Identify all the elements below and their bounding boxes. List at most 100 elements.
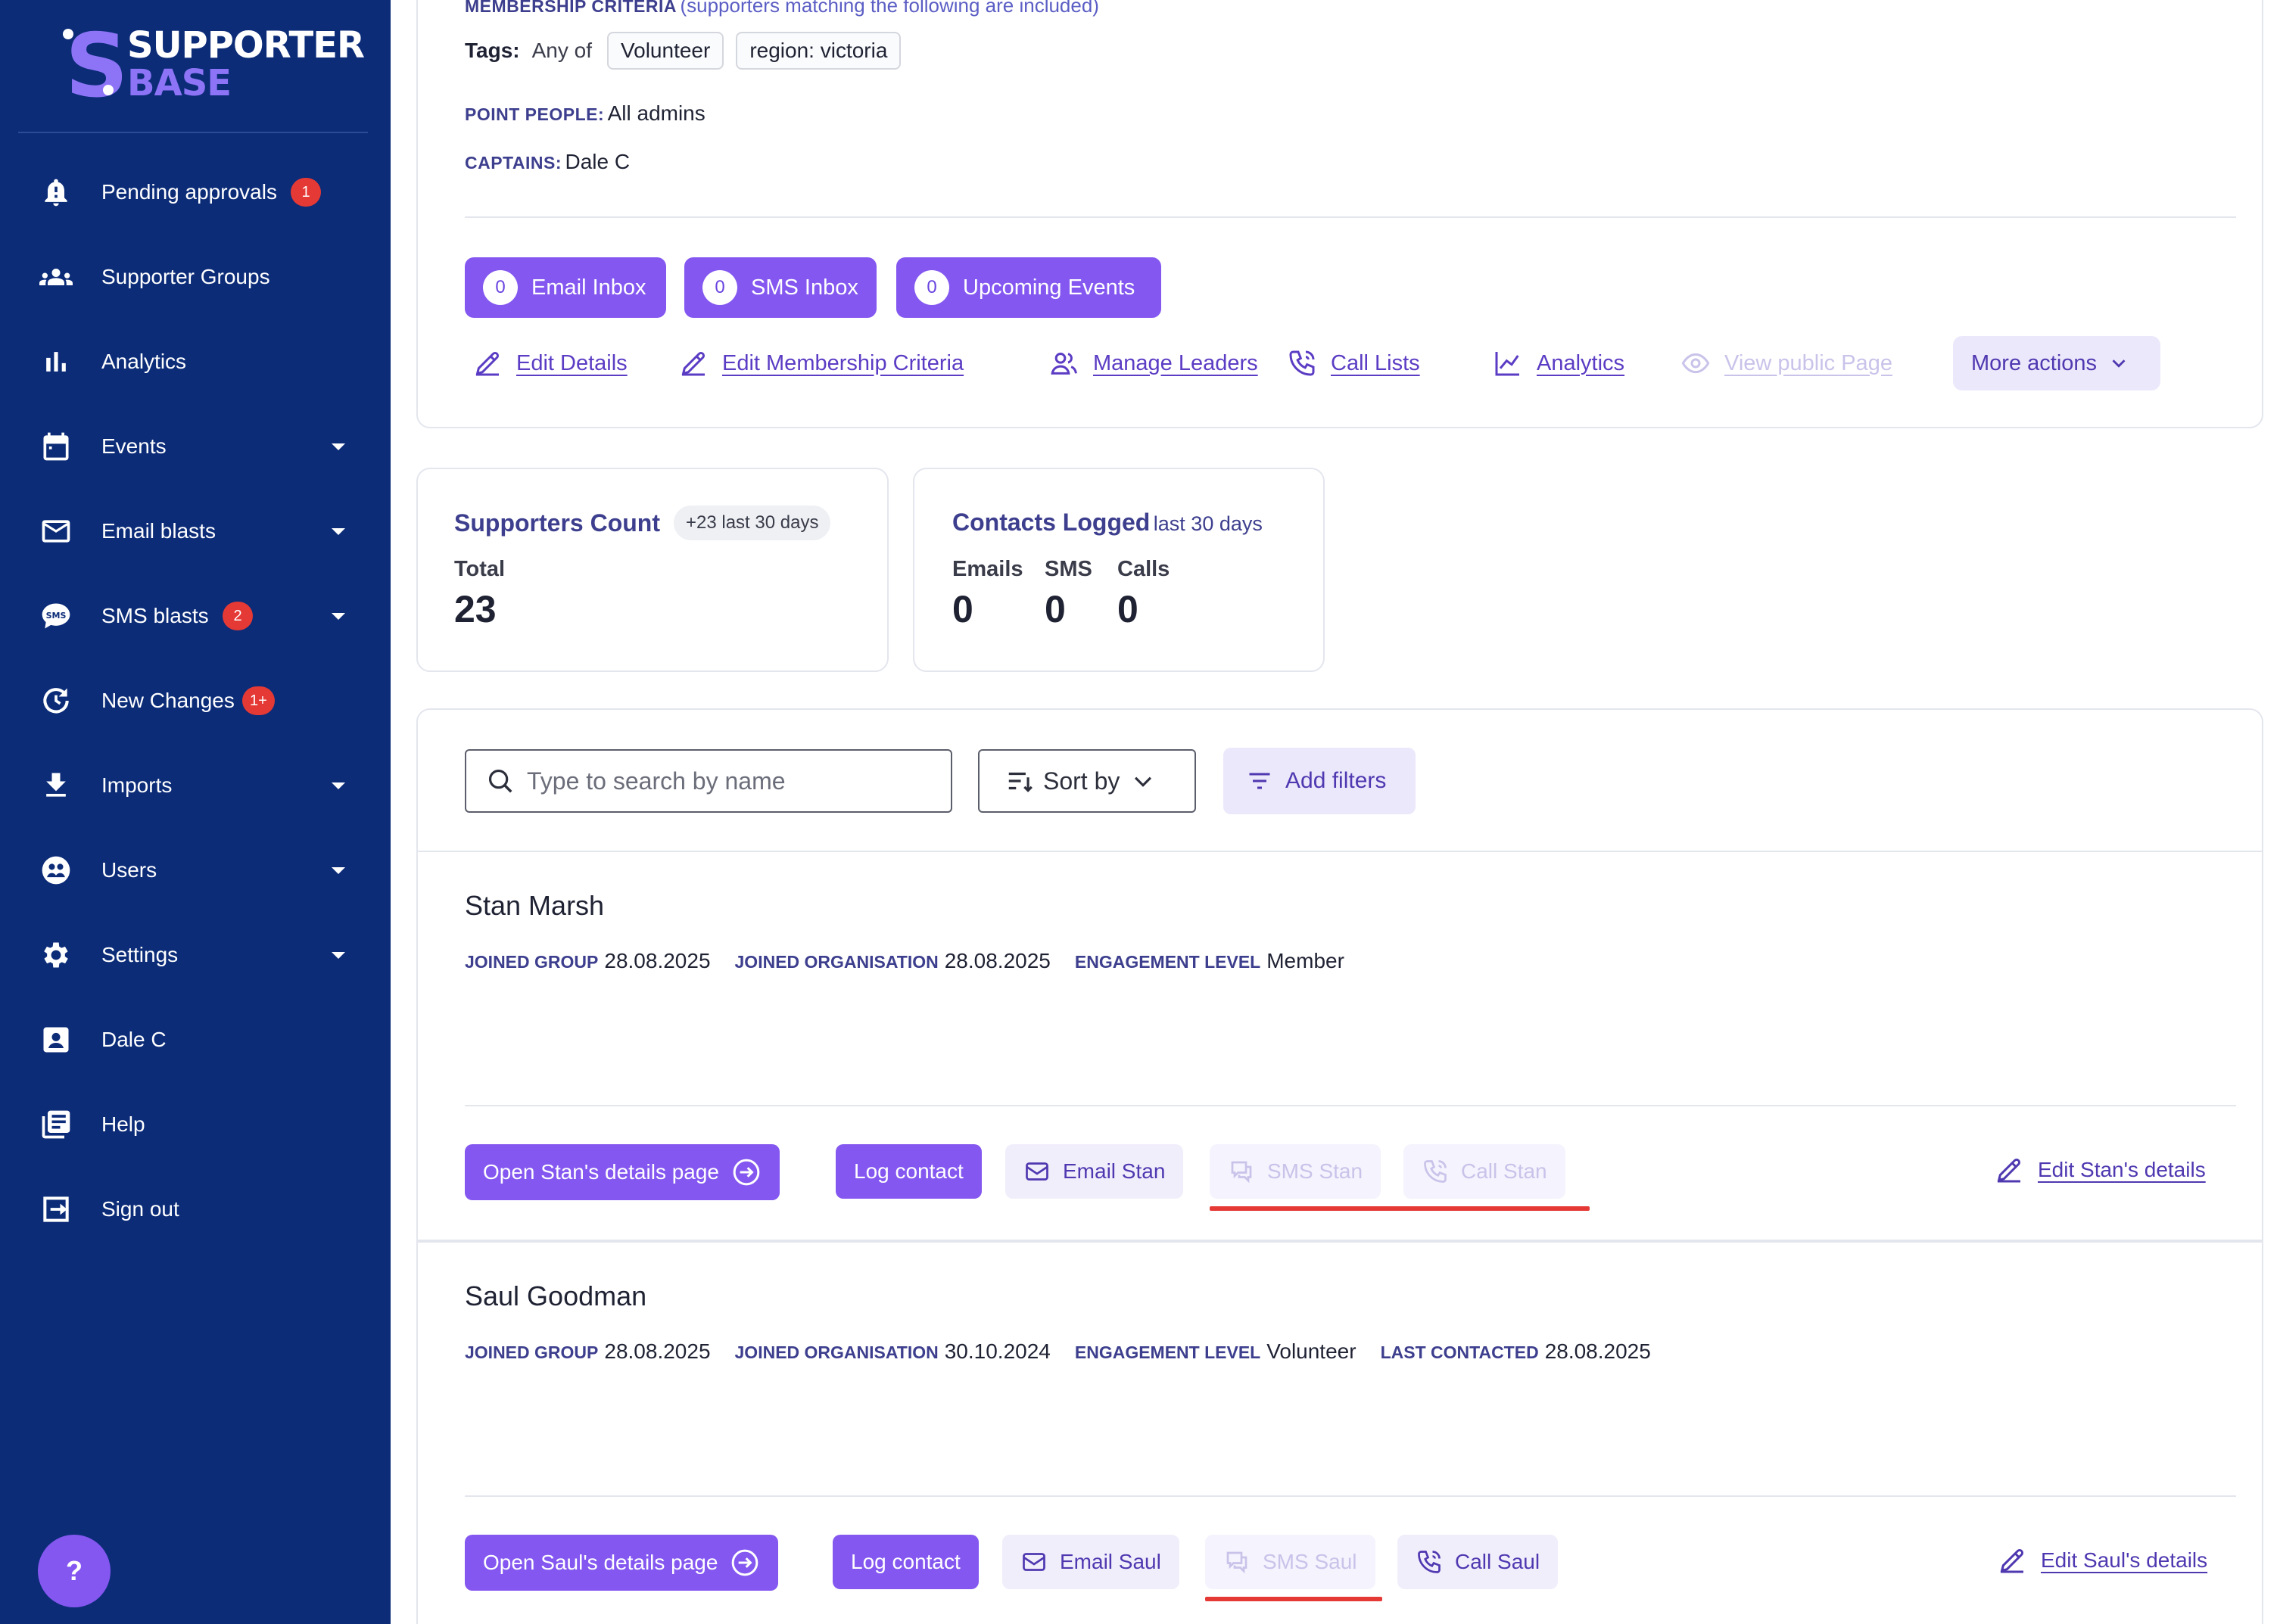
call-supporter-label: Call Stan xyxy=(1461,1159,1547,1183)
edit-supporter-label: Edit Stan's details xyxy=(2038,1158,2206,1181)
sidebar-item-label: Dale C xyxy=(101,1028,167,1051)
sort-by-label: Sort by xyxy=(1043,767,1120,795)
divider xyxy=(418,1240,2262,1243)
joined-group-label: JOINED GROUP xyxy=(465,952,599,972)
sms-blasts-badge: 2 xyxy=(223,602,253,630)
supporters-count-title: Supporters Count xyxy=(454,509,660,537)
analytics-link[interactable]: Analytics xyxy=(1493,348,1624,378)
filter-icon xyxy=(1249,773,1270,789)
email-supporter-button[interactable]: Email Saul xyxy=(1002,1535,1179,1589)
sidebar-item-sms-blasts[interactable]: SMS SMS blasts 2 xyxy=(0,586,391,646)
chevron-down-icon xyxy=(332,527,345,535)
captains-row: CAPTAINS: Dale C xyxy=(465,150,630,174)
call-supporter-button: Call Stan xyxy=(1403,1144,1565,1199)
sms-inbox-label: SMS Inbox xyxy=(751,275,858,300)
manage-leaders-label: Manage Leaders xyxy=(1093,350,1258,375)
help-fab-button[interactable]: ? xyxy=(38,1535,111,1607)
sidebar-item-email-blasts[interactable]: Email blasts xyxy=(0,501,391,562)
email-inbox-label: Email Inbox xyxy=(531,275,646,300)
pencil-icon xyxy=(475,351,500,376)
arrow-circle-right-icon xyxy=(732,1549,758,1576)
sms-supporter-button: SMS Stan xyxy=(1210,1144,1381,1199)
sidebar-divider xyxy=(18,132,368,133)
chat-icon xyxy=(1226,1551,1247,1574)
sidebar-item-users[interactable]: Users xyxy=(0,840,391,901)
supporter-meta: JOINED GROUP 28.08.2025 JOINED ORGANISATI… xyxy=(465,1339,1675,1364)
call-supporter-button[interactable]: Call Saul xyxy=(1397,1535,1559,1589)
chevron-down-icon xyxy=(2112,359,2126,368)
call-supporter-label: Call Saul xyxy=(1455,1550,1540,1573)
edit-membership-criteria-link[interactable]: Edit Membership Criteria xyxy=(678,348,964,378)
sidebar-item-new-changes[interactable]: New Changes 1+ xyxy=(0,670,391,731)
log-contact-label: Log contact xyxy=(854,1159,964,1183)
refresh-icon xyxy=(36,681,76,720)
membership-criteria-note: (supporters matching the following are i… xyxy=(680,0,1099,17)
edit-supporter-link[interactable]: Edit Stan's details xyxy=(1994,1155,2206,1185)
sidebar-item-pending-approvals[interactable]: Pending approvals 1 xyxy=(0,162,391,222)
gear-icon xyxy=(36,935,76,975)
sidebar-item-sign-out[interactable]: Sign out xyxy=(0,1179,391,1240)
divider xyxy=(418,851,2262,852)
sidebar-item-imports[interactable]: Imports xyxy=(0,755,391,816)
emails-label: Emails xyxy=(952,557,1023,581)
more-actions-button[interactable]: More actions xyxy=(1953,336,2160,390)
sidebar-item-supporter-groups[interactable]: Supporter Groups xyxy=(0,247,391,307)
supporter-base-logo[interactable]: S SUPPORTER BASE xyxy=(61,23,365,110)
sidebar-item-settings[interactable]: Settings xyxy=(0,925,391,985)
edit-supporter-label: Edit Saul's details xyxy=(2041,1548,2208,1572)
sidebar-item-events[interactable]: Events xyxy=(0,416,391,477)
email-supporter-button[interactable]: Email Stan xyxy=(1005,1144,1184,1199)
engagement-label: ENGAGEMENT LEVEL xyxy=(1074,1342,1261,1362)
log-contact-button[interactable]: Log contact xyxy=(833,1535,979,1589)
edit-details-link[interactable]: Edit Details xyxy=(472,348,628,378)
line-chart-icon xyxy=(1495,352,1519,376)
red-annotation-underline xyxy=(1210,1206,1590,1211)
joined-group-label: JOINED GROUP xyxy=(465,1342,599,1362)
supporters-list-card: Type to search by name Sort by Add filte… xyxy=(416,708,2263,1624)
emails-value: 0 xyxy=(952,588,973,630)
manage-leaders-link[interactable]: Manage Leaders xyxy=(1049,348,1258,378)
log-contact-button[interactable]: Log contact xyxy=(836,1144,982,1199)
red-annotation-underline xyxy=(1205,1597,1382,1601)
open-details-page-button[interactable]: Open Stan's details page xyxy=(465,1144,780,1200)
divider xyxy=(465,216,2236,218)
sidebar-item-analytics[interactable]: Analytics xyxy=(0,331,391,392)
edit-supporter-link[interactable]: Edit Saul's details xyxy=(1997,1545,2207,1576)
open-details-page-button[interactable]: Open Saul's details page xyxy=(465,1535,779,1591)
sidebar-item-profile[interactable]: Dale C xyxy=(0,1010,391,1070)
sidebar-item-label: Analytics xyxy=(101,350,187,373)
upcoming-events-button[interactable]: 0 Upcoming Events xyxy=(896,257,1161,318)
sort-by-dropdown[interactable]: Sort by xyxy=(978,749,1196,813)
supporter-name: Stan Marsh xyxy=(465,890,605,921)
joined-org-value: 28.08.2025 xyxy=(944,949,1051,972)
sidebar: S SUPPORTER BASE Pending approvals 1 Sup… xyxy=(0,0,391,1624)
sidebar-item-label: Sign out xyxy=(101,1197,179,1221)
phone-call-icon xyxy=(1424,1160,1447,1183)
point-people-label: POINT PEOPLE: xyxy=(465,104,605,124)
group-header-card: MEMBERSHIP CRITERIA (supporters matching… xyxy=(416,0,2263,428)
supporter-name: Saul Goodman xyxy=(465,1280,647,1311)
upcoming-events-label: Upcoming Events xyxy=(963,275,1135,300)
logo-text-line2: BASE xyxy=(127,62,232,104)
sms-label: SMS xyxy=(1045,557,1092,581)
logo-dot xyxy=(103,85,114,95)
sms-supporter-label: SMS Saul xyxy=(1263,1550,1357,1573)
captains-label: CAPTAINS: xyxy=(465,153,562,173)
add-filters-button[interactable]: Add filters xyxy=(1223,748,1416,814)
call-lists-link[interactable]: Call Lists xyxy=(1287,348,1420,378)
people-icon xyxy=(36,257,76,297)
divider xyxy=(465,1105,2236,1106)
calls-label: Calls xyxy=(1117,557,1170,581)
analytics-label: Analytics xyxy=(1537,350,1625,375)
sms-inbox-button[interactable]: 0 SMS Inbox xyxy=(684,257,877,318)
chevron-down-icon xyxy=(332,951,345,959)
search-input[interactable]: Type to search by name xyxy=(465,749,952,813)
bell-icon xyxy=(36,173,76,212)
sidebar-item-help[interactable]: Help xyxy=(0,1094,391,1155)
tags-row: Tags: Any of Volunteer region: victoria xyxy=(465,32,902,70)
edit-membership-criteria-label: Edit Membership Criteria xyxy=(722,350,964,375)
email-inbox-button[interactable]: 0 Email Inbox xyxy=(465,257,666,318)
contacts-logged-subtitle: last 30 days xyxy=(1153,512,1263,535)
view-public-page-link: View public Page xyxy=(1680,348,1892,378)
sidebar-item-label: Users xyxy=(101,858,157,882)
